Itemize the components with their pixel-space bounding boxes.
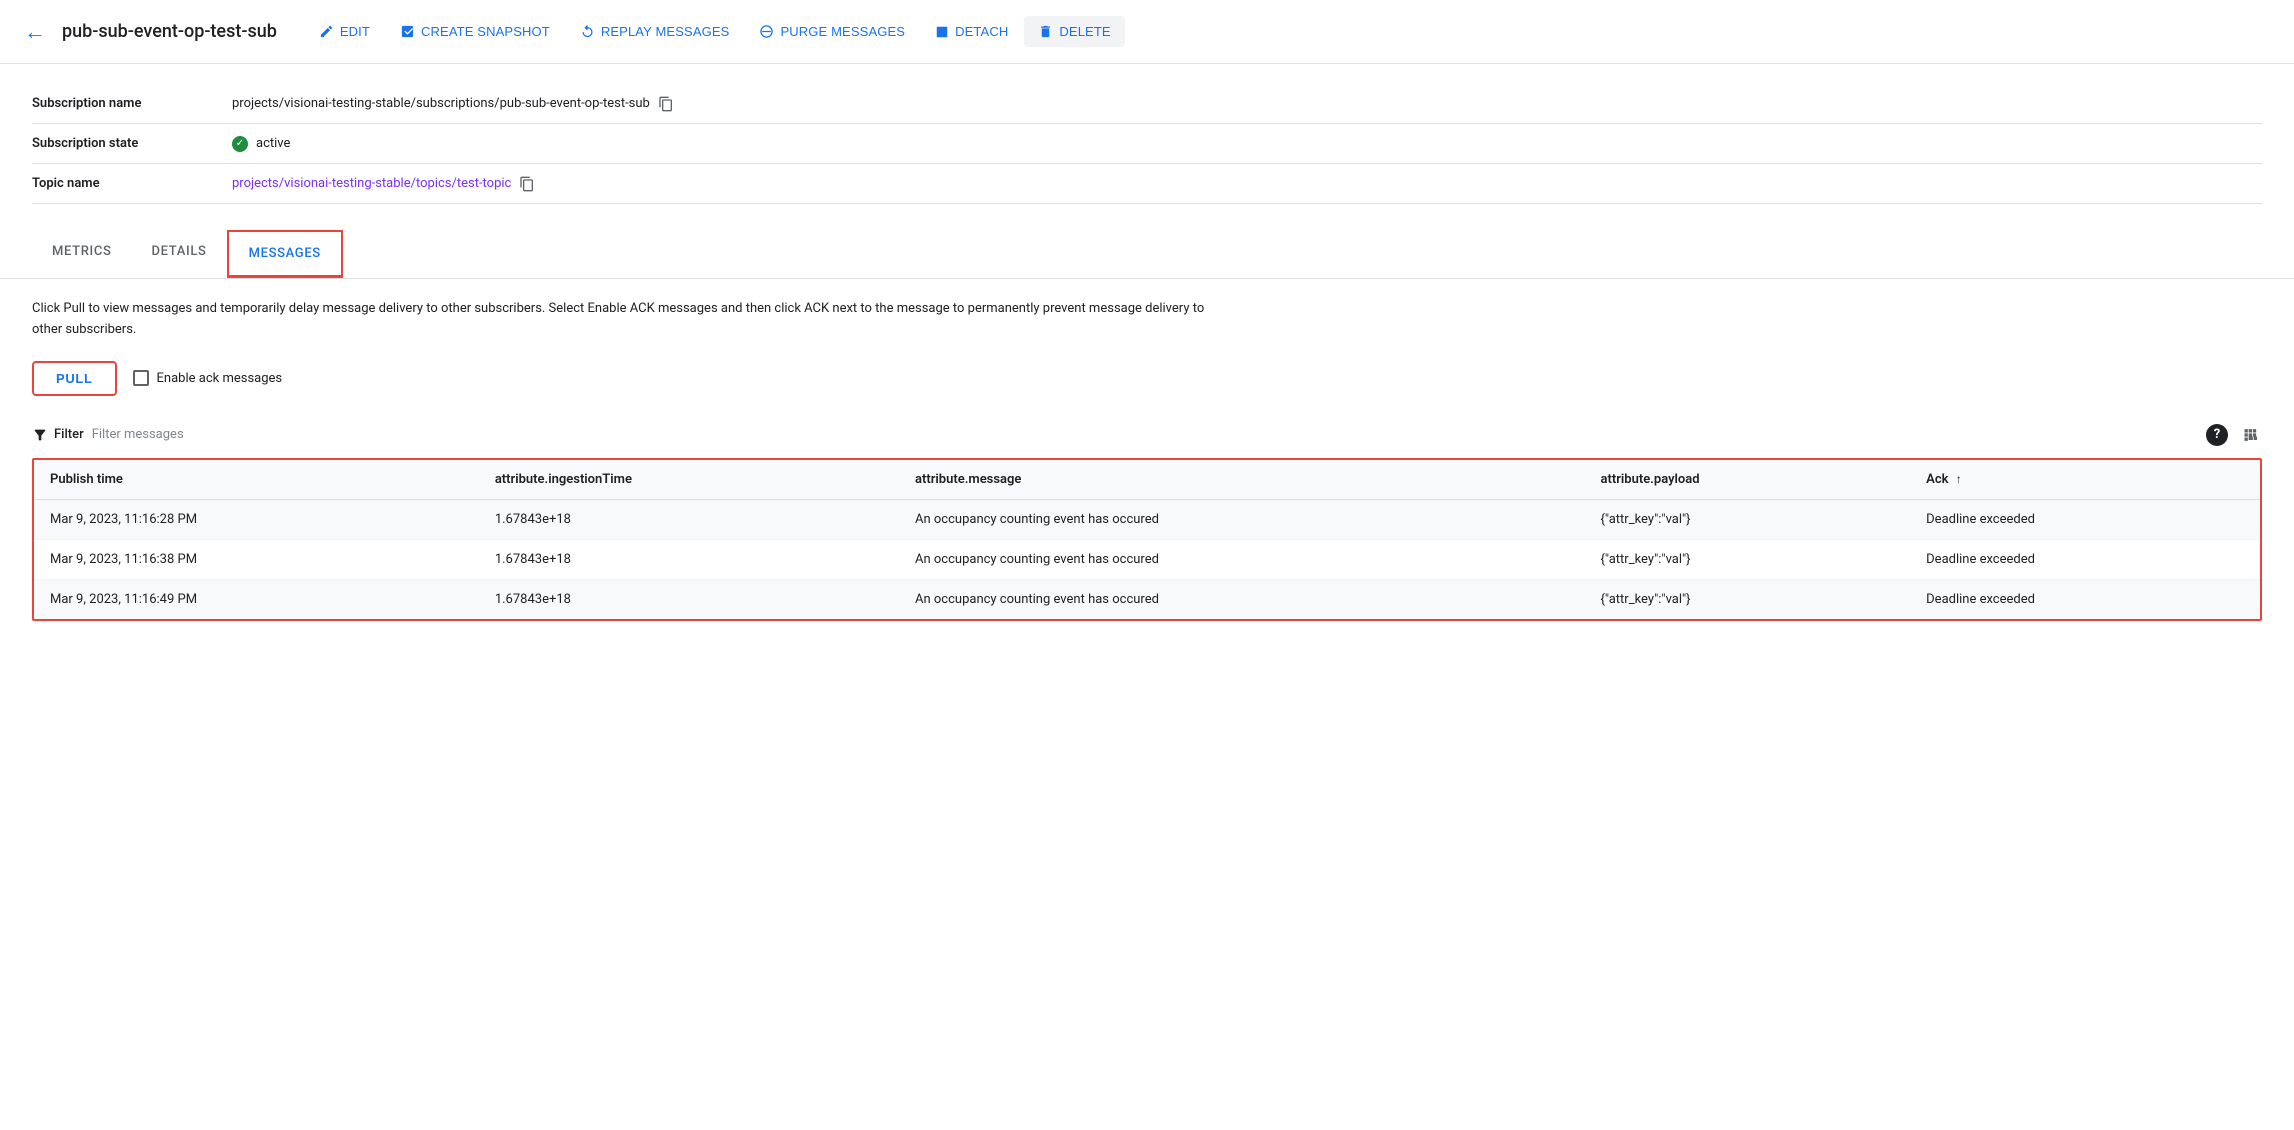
ack-checkbox[interactable] (133, 370, 149, 386)
back-button[interactable]: ← (24, 19, 46, 45)
cell-0: Mar 9, 2023, 11:16:28 PM (34, 499, 479, 539)
ack-checkbox-container[interactable]: Enable ack messages (133, 370, 283, 386)
cell-4: Deadline exceeded (1910, 499, 2260, 539)
messages-table: Publish time attribute.ingestionTime att… (34, 460, 2260, 619)
messages-content: Click Pull to view messages and temporar… (0, 279, 2294, 641)
detach-label: DETACH (955, 24, 1008, 39)
cell-2: An occupancy counting event has occured (899, 579, 1584, 619)
subscription-state-label: Subscription state (32, 136, 232, 151)
subscription-state-row: Subscription state ✓ active (32, 124, 2262, 164)
filter-right: ? (2206, 424, 2262, 446)
columns-icon[interactable] (2242, 425, 2262, 445)
messages-table-wrapper: Publish time attribute.ingestionTime att… (32, 458, 2262, 621)
table-row: Mar 9, 2023, 11:16:28 PM1.67843e+18An oc… (34, 499, 2260, 539)
filter-left: Filter Filter messages (32, 427, 184, 443)
messages-description: Click Pull to view messages and temporar… (32, 299, 1232, 341)
cell-3: {"attr_key":"val"} (1584, 539, 1910, 579)
subscription-name-label: Subscription name (32, 96, 232, 111)
table-row: Mar 9, 2023, 11:16:38 PM1.67843e+18An oc… (34, 539, 2260, 579)
cell-0: Mar 9, 2023, 11:16:38 PM (34, 539, 479, 579)
col-message: attribute.message (899, 460, 1584, 500)
cell-3: {"attr_key":"val"} (1584, 499, 1910, 539)
tab-metrics[interactable]: METRICS (32, 230, 132, 278)
topic-name-row: Topic name projects/visionai-testing-sta… (32, 164, 2262, 204)
col-payload: attribute.payload (1584, 460, 1910, 500)
status-active-icon: ✓ (232, 136, 248, 152)
replay-messages-label: REPLAY MESSAGES (601, 24, 730, 39)
cell-1: 1.67843e+18 (479, 539, 899, 579)
detach-icon (935, 25, 949, 39)
cell-0: Mar 9, 2023, 11:16:49 PM (34, 579, 479, 619)
subscription-name-row: Subscription name projects/visionai-test… (32, 84, 2262, 124)
filter-button[interactable]: Filter (32, 427, 84, 443)
topic-name-label: Topic name (32, 176, 232, 191)
filter-placeholder: Filter messages (92, 427, 184, 442)
detach-button[interactable]: DETACH (921, 16, 1022, 47)
delete-label: DELETE (1059, 24, 1110, 39)
filter-bar: Filter Filter messages ? (32, 416, 2262, 454)
cell-4: Deadline exceeded (1910, 539, 2260, 579)
pull-button[interactable]: PULL (32, 361, 117, 396)
purge-messages-label: PURGE MESSAGES (780, 24, 905, 39)
col-ack[interactable]: Ack ↑ (1910, 460, 2260, 500)
table-header: Publish time attribute.ingestionTime att… (34, 460, 2260, 500)
toolbar-actions: EDIT CREATE SNAPSHOT REPLAY MESSAGES PUR… (305, 16, 2270, 47)
ack-header-label: Ack (1926, 472, 1948, 487)
table-row: Mar 9, 2023, 11:16:49 PM1.67843e+18An oc… (34, 579, 2260, 619)
replay-messages-button[interactable]: REPLAY MESSAGES (566, 16, 744, 47)
purge-messages-button[interactable]: PURGE MESSAGES (745, 16, 919, 47)
subscription-name-text: projects/visionai-testing-stable/subscri… (232, 96, 650, 111)
cell-1: 1.67843e+18 (479, 499, 899, 539)
filter-label: Filter (54, 427, 84, 442)
ack-sort-icon: ↑ (1956, 472, 1962, 486)
tab-details[interactable]: DETAILS (132, 230, 227, 278)
create-snapshot-label: CREATE SNAPSHOT (421, 24, 550, 39)
edit-button[interactable]: EDIT (305, 16, 384, 47)
topic-name-value: projects/visionai-testing-stable/topics/… (232, 176, 535, 192)
info-section: Subscription name projects/visionai-test… (0, 64, 2294, 214)
tab-messages[interactable]: MESSAGES (227, 230, 343, 278)
cell-2: An occupancy counting event has occured (899, 539, 1584, 579)
edit-icon (319, 24, 334, 39)
delete-button[interactable]: DELETE (1024, 16, 1124, 47)
subscription-state-value: ✓ active (232, 136, 290, 152)
purge-icon (759, 24, 774, 39)
tabs: METRICS DETAILS MESSAGES (32, 230, 2262, 278)
replay-icon (580, 24, 595, 39)
edit-label: EDIT (340, 24, 370, 39)
topic-name-link[interactable]: projects/visionai-testing-stable/topics/… (232, 176, 511, 191)
cell-1: 1.67843e+18 (479, 579, 899, 619)
col-ingestion-time: attribute.ingestionTime (479, 460, 899, 500)
topic-name-copy-icon[interactable] (519, 176, 535, 192)
cell-4: Deadline exceeded (1910, 579, 2260, 619)
ack-checkbox-label: Enable ack messages (157, 371, 283, 386)
toolbar: ← pub-sub-event-op-test-sub EDIT CREATE … (0, 0, 2294, 64)
pull-row: PULL Enable ack messages (32, 361, 2262, 396)
subscription-name-copy-icon[interactable] (658, 96, 674, 112)
col-publish-time: Publish time (34, 460, 479, 500)
table-body: Mar 9, 2023, 11:16:28 PM1.67843e+18An oc… (34, 499, 2260, 619)
delete-icon (1038, 24, 1053, 39)
cell-2: An occupancy counting event has occured (899, 499, 1584, 539)
subscription-name-value: projects/visionai-testing-stable/subscri… (232, 96, 674, 112)
page-title: pub-sub-event-op-test-sub (62, 21, 277, 42)
subscription-state-text: active (256, 136, 290, 151)
cell-3: {"attr_key":"val"} (1584, 579, 1910, 619)
tabs-container: METRICS DETAILS MESSAGES (0, 230, 2294, 279)
help-icon[interactable]: ? (2206, 424, 2228, 446)
snapshot-icon (400, 24, 415, 39)
create-snapshot-button[interactable]: CREATE SNAPSHOT (386, 16, 564, 47)
